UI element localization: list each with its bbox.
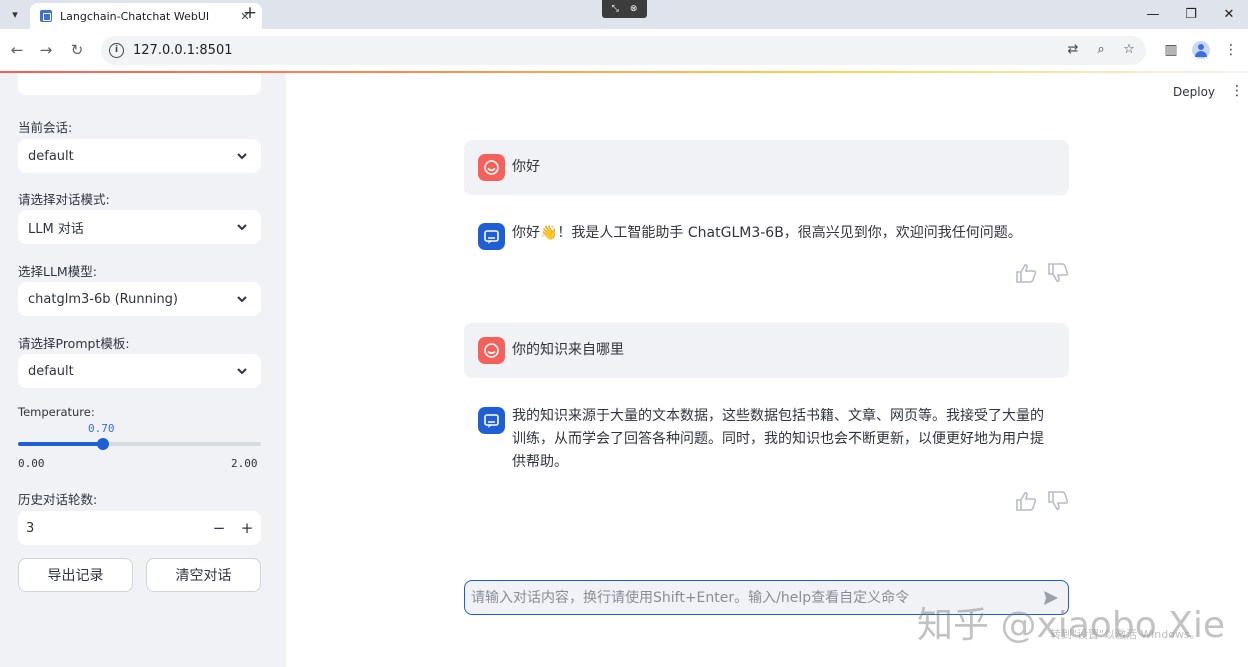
windows-activation-notice: 转到"设置"以激活 Windows。 bbox=[1050, 628, 1201, 641]
mode-label: 请选择对话模式: bbox=[18, 192, 110, 207]
message-text: 我的知识来源于大量的文本数据，这些数据包括书籍、文章、网页等。我接受了大量的训练… bbox=[512, 408, 1044, 470]
collapse-arrows-icon: ⤡ bbox=[611, 4, 619, 14]
reload-icon[interactable]: ↻ bbox=[68, 41, 86, 59]
zoom-icon[interactable]: ⌕ bbox=[1092, 41, 1110, 59]
temperature-label: Temperature: bbox=[18, 405, 95, 419]
sidebar: 当前会话: default 请选择对话模式: LLM 对话 选择LLM模型: c… bbox=[0, 73, 286, 667]
window-controls: — ❐ ✕ bbox=[1134, 0, 1248, 29]
sidebar-scrolled-element bbox=[18, 73, 261, 95]
plus-icon[interactable]: + bbox=[233, 519, 261, 537]
app-favicon-icon bbox=[40, 10, 52, 22]
message-text: 你好👋！我是人工智能助手 ChatGLM3-6B，很高兴见到你，欢迎问我任何问题… bbox=[512, 225, 1022, 241]
history-label: 历史对话轮数: bbox=[18, 492, 98, 507]
mode-select[interactable]: LLM 对话 bbox=[18, 210, 261, 244]
back-arrow-icon[interactable]: ← bbox=[8, 41, 26, 59]
export-history-button[interactable]: 导出记录 bbox=[18, 558, 133, 592]
chevron-down-icon bbox=[236, 150, 248, 162]
message-text: 你的知识来自哪里 bbox=[512, 342, 624, 358]
stop-share-icon: ⊗ bbox=[629, 4, 638, 14]
new-tab-plus-icon[interactable]: + bbox=[240, 4, 260, 24]
side-panel-icon[interactable]: ▥ bbox=[1162, 41, 1180, 59]
prompt-template-select-value: default bbox=[28, 363, 74, 379]
llm-model-select[interactable]: chatglm3-6b (Running) bbox=[18, 282, 261, 316]
history-rounds-stepper[interactable]: 3 − + bbox=[18, 511, 261, 545]
translate-icon[interactable]: ⇄ bbox=[1064, 41, 1082, 59]
browser-address-bar: ← → ↻ i 127.0.0.1:8501 ⇄ ⌕ ☆ ▥ ⋮ bbox=[0, 29, 1248, 72]
bookmark-star-icon[interactable]: ☆ bbox=[1120, 41, 1138, 59]
site-info-icon[interactable]: i bbox=[109, 43, 124, 58]
url-text[interactable]: 127.0.0.1:8501 bbox=[133, 43, 233, 58]
deploy-button[interactable]: Deploy bbox=[1173, 85, 1215, 99]
tab-search-chevron-icon[interactable]: ▾ bbox=[5, 4, 25, 24]
profile-avatar-icon[interactable] bbox=[1192, 41, 1210, 59]
chat-message-user: 你的知识来自哪里 bbox=[464, 323, 1069, 378]
conversation-select[interactable]: default bbox=[18, 139, 261, 173]
browser-tab[interactable]: Langchain-Chatchat WebUI ✕ bbox=[30, 3, 262, 29]
mode-select-value: LLM 对话 bbox=[28, 221, 84, 237]
screen-share-chip[interactable]: ⤡ ⊗ bbox=[602, 0, 647, 18]
restore-window-icon[interactable]: ❐ bbox=[1172, 0, 1210, 29]
prompt-label: 请选择Prompt模板: bbox=[18, 336, 130, 351]
thumbs-down-icon[interactable] bbox=[1047, 263, 1069, 283]
llm-model-select-value: chatglm3-6b (Running) bbox=[28, 291, 179, 307]
app-menu-icon[interactable]: ⋮ bbox=[1230, 84, 1244, 98]
minus-icon[interactable]: − bbox=[205, 519, 233, 537]
chevron-down-icon bbox=[236, 293, 248, 305]
prompt-template-select[interactable]: default bbox=[18, 354, 261, 388]
temperature-slider[interactable] bbox=[18, 438, 261, 450]
message-feedback bbox=[1015, 491, 1069, 511]
chat-message-assistant: 你好👋！我是人工智能助手 ChatGLM3-6B，很高兴见到你，欢迎问我任何问题… bbox=[464, 221, 1069, 271]
browser-tab-bar: ▾ Langchain-Chatchat WebUI ✕ + ⤡ ⊗ — ❐ ✕ bbox=[0, 0, 1248, 29]
clear-chat-button[interactable]: 清空对话 bbox=[146, 558, 261, 592]
forward-arrow-icon[interactable]: → bbox=[37, 41, 55, 59]
message-text: 你好 bbox=[512, 159, 540, 175]
temperature-max: 2.00 bbox=[231, 457, 258, 470]
thumbs-down-icon[interactable] bbox=[1047, 491, 1069, 511]
chevron-down-icon bbox=[236, 221, 248, 233]
conversation-select-value: default bbox=[28, 148, 74, 164]
assistant-avatar-icon bbox=[478, 223, 505, 250]
message-feedback bbox=[1015, 263, 1069, 283]
tab-title: Langchain-Chatchat WebUI bbox=[60, 9, 210, 23]
minimize-icon[interactable]: — bbox=[1134, 0, 1172, 29]
thumbs-up-icon[interactable] bbox=[1015, 263, 1037, 283]
temperature-min: 0.00 bbox=[18, 457, 45, 470]
chat-message-user: 你好 bbox=[464, 140, 1069, 195]
assistant-avatar-icon bbox=[478, 407, 505, 434]
temperature-slider-fill bbox=[18, 442, 103, 446]
close-window-icon[interactable]: ✕ bbox=[1210, 0, 1248, 29]
browser-menu-icon[interactable]: ⋮ bbox=[1222, 41, 1240, 59]
thumbs-up-icon[interactable] bbox=[1015, 491, 1037, 511]
conversation-label: 当前会话: bbox=[18, 120, 73, 135]
chat-message-assistant: 我的知识来源于大量的文本数据，这些数据包括书籍、文章、网页等。我接受了大量的训练… bbox=[464, 405, 1069, 480]
user-avatar-icon bbox=[478, 154, 505, 181]
user-avatar-icon bbox=[478, 337, 505, 364]
llm-label: 选择LLM模型: bbox=[18, 264, 97, 279]
omnibox[interactable]: i 127.0.0.1:8501 ⇄ ⌕ ☆ bbox=[101, 36, 1146, 65]
temperature-value: 0.70 bbox=[88, 422, 115, 435]
temperature-slider-thumb[interactable] bbox=[97, 438, 109, 450]
chevron-down-icon bbox=[236, 365, 248, 377]
history-rounds-value[interactable]: 3 bbox=[26, 521, 205, 536]
